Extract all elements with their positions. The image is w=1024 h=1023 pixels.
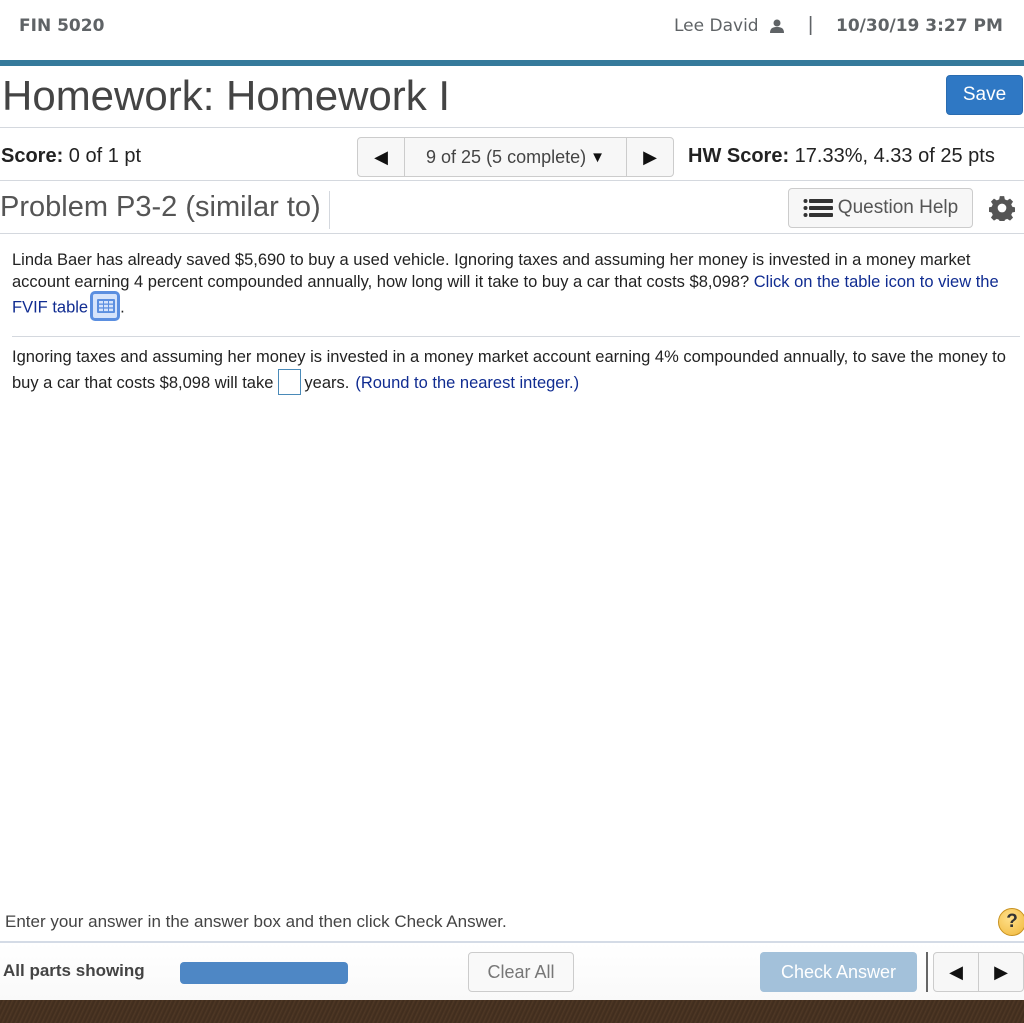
- question-selector-dropdown[interactable]: 9 of 25 (5 complete) ▼: [405, 138, 626, 176]
- bottom-previous-button[interactable]: ◀: [934, 953, 979, 991]
- score-label: Score:: [1, 145, 64, 167]
- answer-suffix: years.: [304, 374, 350, 392]
- check-answer-button[interactable]: Check Answer: [760, 952, 917, 992]
- help-icon[interactable]: ?: [998, 908, 1024, 936]
- button-separator: [926, 952, 928, 992]
- caret-down-icon: ▼: [590, 148, 605, 166]
- divider: [12, 336, 1020, 337]
- clear-all-button[interactable]: Clear All: [468, 952, 574, 992]
- page-title: Homework: Homework I: [2, 72, 451, 119]
- question-navigator: ◀ 9 of 25 (5 complete) ▼ ▶: [357, 137, 674, 177]
- user-icon: [769, 19, 784, 33]
- question-selector-label: 9 of 25 (5 complete): [426, 146, 587, 167]
- right-arrow-icon: ▶: [994, 961, 1008, 982]
- course-name: FIN 5020: [19, 16, 105, 36]
- problem-title: Problem P3-2 (similar to): [0, 191, 330, 229]
- hw-score-value: 17.33%, 4.33 of 25 pts: [789, 145, 995, 167]
- question-text: Linda Baer has already saved $5,690 to b…: [12, 249, 1007, 323]
- next-question-button[interactable]: ▶: [626, 138, 673, 176]
- left-arrow-icon: ◀: [374, 146, 388, 167]
- right-arrow-icon: ▶: [643, 146, 657, 167]
- desktop-background: [0, 1000, 1024, 1023]
- rounding-hint: (Round to the nearest integer.): [355, 374, 580, 392]
- datetime: 10/30/19 3:27 PM: [836, 16, 1003, 36]
- bottom-question-navigator: ◀ ▶: [933, 952, 1024, 992]
- instruction-text: Enter your answer in the answer box and …: [5, 912, 507, 931]
- previous-question-button[interactable]: ◀: [358, 138, 405, 176]
- answer-statement: Ignoring taxes and assuming her money is…: [12, 344, 1007, 397]
- question-help-label: Question Help: [837, 197, 959, 218]
- list-icon: [803, 199, 833, 217]
- years-answer-input[interactable]: [278, 368, 302, 395]
- score-row: Score: 0 of 1 pt ◀ 9 of 25 (5 complete) …: [0, 129, 1024, 181]
- save-button[interactable]: Save: [946, 75, 1023, 115]
- problem-row: Problem P3-2 (similar to) Question Help: [0, 182, 1024, 234]
- gear-icon[interactable]: [989, 195, 1015, 221]
- question-score: Score: 0 of 1 pt: [1, 145, 141, 168]
- left-arrow-icon: ◀: [949, 961, 963, 982]
- user-menu[interactable]: Lee David: [674, 16, 785, 36]
- title-row: Homework: Homework I Save: [0, 66, 1024, 128]
- question-trailing: .: [120, 298, 125, 317]
- hw-score-label: HW Score:: [688, 145, 790, 167]
- score-value: 0 of 1 pt: [63, 145, 142, 167]
- bottom-bar: All parts showing Clear All Check Answer…: [0, 941, 1024, 1000]
- user-name: Lee David: [674, 16, 759, 36]
- header-separator: |: [808, 14, 814, 36]
- top-bar: FIN 5020 Lee David | 10/30/19 3:27 PM: [0, 0, 1024, 60]
- bottom-next-button[interactable]: ▶: [979, 953, 1023, 991]
- table-icon[interactable]: [90, 291, 121, 321]
- parts-progress-bar: [180, 962, 348, 984]
- question-help-button[interactable]: Question Help: [788, 188, 973, 228]
- hw-score: HW Score: 17.33%, 4.33 of 25 pts: [688, 145, 995, 168]
- parts-label: All parts showing: [3, 961, 145, 980]
- parts-progress-fill: [180, 962, 348, 984]
